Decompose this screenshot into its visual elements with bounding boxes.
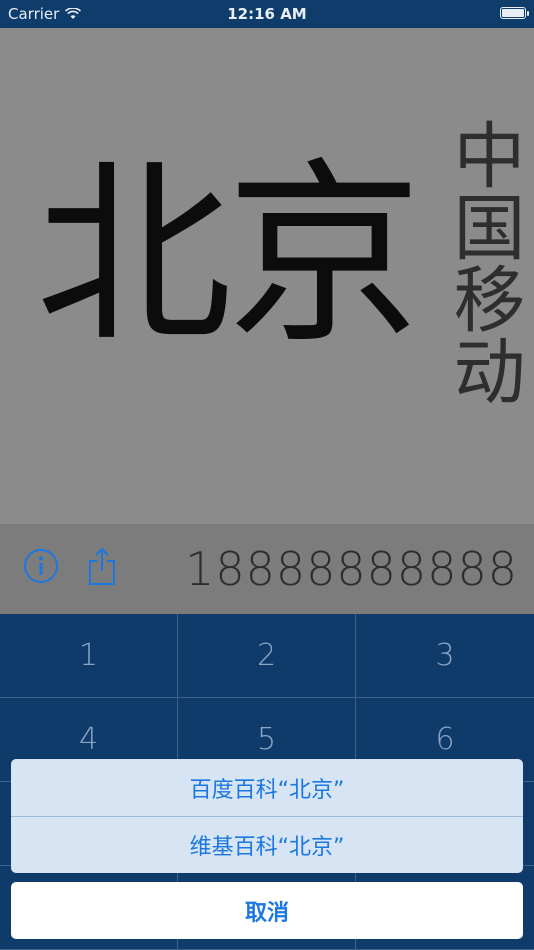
city-name: 北京 bbox=[36, 142, 422, 370]
phone-number: 18888888888 bbox=[185, 542, 518, 596]
info-icon[interactable] bbox=[23, 548, 59, 584]
share-icon[interactable] bbox=[86, 546, 118, 586]
location-display: 北京 中国移动 bbox=[0, 28, 534, 524]
wikipedia-option[interactable]: 维基百科“北京” bbox=[11, 816, 523, 873]
battery-level-fill bbox=[502, 9, 524, 17]
clock: 12:16 AM bbox=[227, 5, 307, 23]
baidu-baike-option[interactable]: 百度百科“北京” bbox=[11, 759, 523, 816]
battery-icon bbox=[500, 7, 529, 19]
cancel-button[interactable]: 取消 bbox=[11, 882, 523, 939]
carrier-name: 中国移动 bbox=[441, 118, 525, 406]
key-3[interactable]: 3 bbox=[356, 614, 534, 698]
action-sheet: 百度百科“北京” 维基百科“北京” bbox=[11, 759, 523, 873]
status-bar: Carrier 12:16 AM bbox=[0, 0, 534, 28]
key-1[interactable]: 1 bbox=[0, 614, 178, 698]
key-2[interactable]: 2 bbox=[178, 614, 356, 698]
